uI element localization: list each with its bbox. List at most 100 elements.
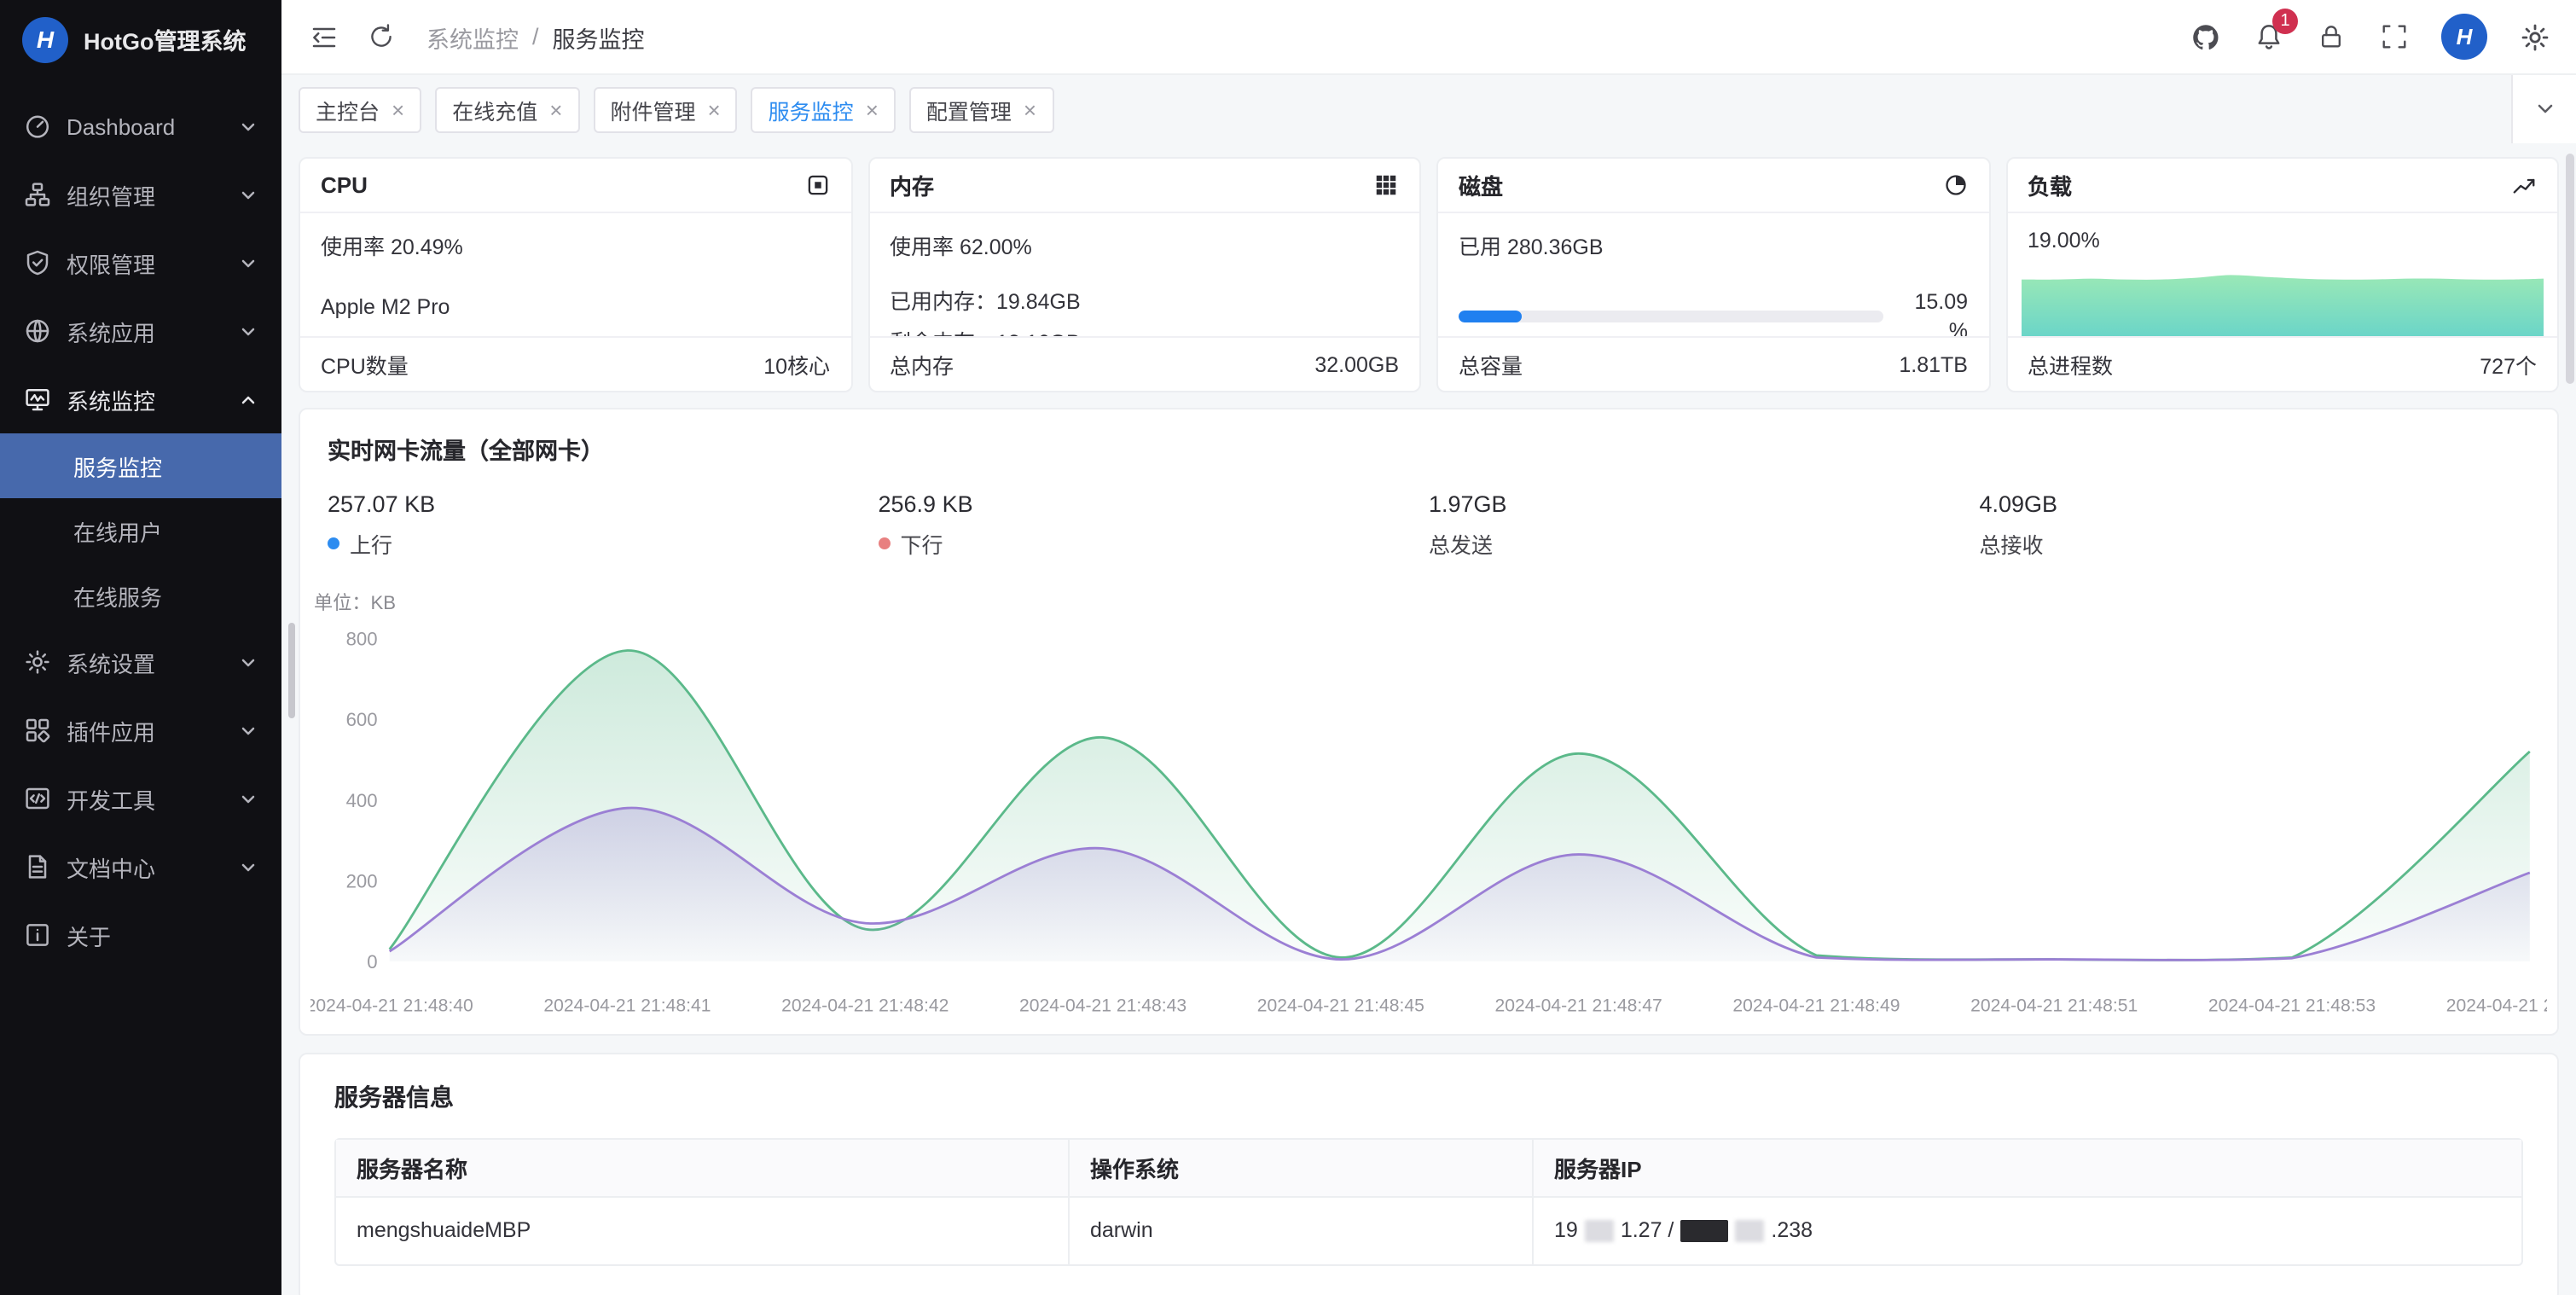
- disk-footer-value: 1.81TB: [1899, 352, 1968, 376]
- traffic-card-title: 实时网卡流量（全部网卡）: [300, 409, 2557, 466]
- disk-used: 已用 280.36GB: [1459, 229, 1968, 261]
- refresh-icon[interactable]: [365, 20, 397, 53]
- sidebar-subitem-label: 在线服务: [73, 579, 162, 612]
- topbar: 系统监控 / 服务监控 1 H: [281, 0, 2576, 75]
- col-server-ip: 服务器IP: [1534, 1139, 2521, 1195]
- server-info-title: 服务器信息: [334, 1079, 2523, 1113]
- sidebar-item-system-monitor[interactable]: 系统监控: [0, 365, 281, 433]
- bell-icon[interactable]: 1: [2252, 20, 2284, 53]
- tab-service-monitor[interactable]: 服务监控 ×: [751, 86, 896, 132]
- traffic-received-label: 总接收: [1980, 527, 2044, 560]
- traffic-chart: 单位：KB02004006008002024-04-21 21:48:40202…: [310, 587, 2547, 1019]
- disk-pie-icon: [1942, 172, 1968, 198]
- traffic-stats: 257.07 KB 上行 256.9 KB 下行 1.97GB 总发送 4.09…: [300, 466, 2557, 560]
- sidebar-item-label: 文档中心: [67, 851, 155, 883]
- dashboard-icon: [24, 113, 51, 140]
- svg-text:2024-04-21 21:48:49: 2024-04-21 21:48:49: [1732, 996, 1900, 1015]
- disk-progress-fill: [1459, 311, 1523, 323]
- svg-text:800: 800: [346, 628, 378, 649]
- cpu-card: CPU 使用率 20.49% Apple M2 Pro CPU数量 10核心: [299, 157, 852, 392]
- col-server-name: 服务器名称: [336, 1139, 1070, 1195]
- sidebar-item-about[interactable]: 关于: [0, 901, 281, 969]
- redacted-ip-segment: [1735, 1219, 1764, 1241]
- sidebar-item-label: 组织管理: [67, 178, 155, 211]
- breadcrumb-parent[interactable]: 系统监控: [426, 20, 519, 54]
- cpu-footer-value: 10核心: [763, 348, 830, 380]
- menu-collapse-icon[interactable]: [307, 20, 339, 53]
- tab-label: 在线充值: [452, 93, 537, 125]
- main-area: 系统监控 / 服务监控 1 H 主控台 ×: [281, 0, 2576, 1295]
- load-card-title: 负载: [2028, 169, 2072, 201]
- sidebar-item-organization[interactable]: 组织管理: [0, 160, 281, 229]
- sidebar-item-permissions[interactable]: 权限管理: [0, 229, 281, 297]
- traffic-down-value: 256.9 KB: [879, 491, 1430, 517]
- tab-close-icon[interactable]: ×: [866, 98, 879, 120]
- memory-footer-value: 32.00GB: [1314, 352, 1399, 376]
- app-logo[interactable]: H HotGo管理系统: [0, 0, 281, 78]
- tab-online-recharge[interactable]: 在线充值 ×: [435, 86, 579, 132]
- user-avatar[interactable]: H: [2441, 14, 2487, 60]
- gear-icon[interactable]: [2518, 20, 2550, 53]
- sidebar-item-dev-tools[interactable]: 开发工具: [0, 764, 281, 833]
- cpu-card-title: CPU: [321, 172, 368, 198]
- svg-text:2024-04-21 21:48:42: 2024-04-21 21:48:42: [781, 996, 949, 1015]
- memory-card: 内存 使用率 62.00% 已用内存：19.84GB 剩余内存：12.16GB …: [867, 157, 1421, 392]
- tab-close-icon[interactable]: ×: [1024, 98, 1036, 120]
- server-ip-cell: 19 1.27 / .238: [1534, 1195, 2521, 1263]
- svg-text:2024-04-21 21:48:41: 2024-04-21 21:48:41: [543, 996, 711, 1015]
- ip-fragment: 19: [1554, 1218, 1578, 1242]
- breadcrumb-separator: /: [532, 24, 539, 49]
- sidebar-item-plugins[interactable]: 插件应用: [0, 696, 281, 764]
- svg-text:2024-04-21 21:48:53: 2024-04-21 21:48:53: [2208, 996, 2376, 1015]
- disk-progress: 15.09 %: [1459, 288, 1968, 336]
- tab-label: 配置管理: [926, 93, 1012, 125]
- memory-card-title: 内存: [890, 169, 934, 201]
- tab-close-icon[interactable]: ×: [707, 98, 720, 120]
- chevron-down-icon: [239, 653, 258, 671]
- disk-percent: 15.09 %: [1896, 288, 1968, 336]
- svg-text:400: 400: [346, 790, 378, 811]
- load-sparkline-chart: [2021, 264, 2544, 336]
- sidebar-scrollbar-thumb[interactable]: [288, 623, 295, 718]
- globe-icon: [24, 317, 51, 345]
- org-chart-icon: [24, 181, 51, 208]
- logo-icon: H: [22, 16, 68, 62]
- traffic-received-value: 4.09GB: [1980, 491, 2531, 517]
- page-content: CPU 使用率 20.49% Apple M2 Pro CPU数量 10核心 内…: [281, 143, 2576, 1295]
- sidebar-item-system-apps[interactable]: 系统应用: [0, 297, 281, 365]
- page-scrollbar-thumb[interactable]: [2566, 154, 2574, 384]
- topbar-actions: 1 H: [2189, 14, 2550, 60]
- sidebar-subitem-online-services[interactable]: 在线服务: [0, 563, 281, 628]
- chevron-down-icon: [239, 857, 258, 876]
- tab-close-icon[interactable]: ×: [392, 98, 404, 120]
- chevron-down-icon: [239, 721, 258, 740]
- tab-console[interactable]: 主控台 ×: [299, 86, 421, 132]
- sidebar-item-label: 系统监控: [67, 383, 155, 415]
- tab-config[interactable]: 配置管理 ×: [909, 86, 1053, 132]
- stat-cards-row: CPU 使用率 20.49% Apple M2 Pro CPU数量 10核心 内…: [299, 157, 2559, 392]
- sidebar-subitem-service-monitor[interactable]: 服务监控: [0, 433, 281, 498]
- chevron-down-icon: [239, 322, 258, 340]
- lock-icon[interactable]: [2315, 20, 2347, 53]
- fullscreen-icon[interactable]: [2378, 20, 2411, 53]
- sidebar-item-dashboard[interactable]: Dashboard: [0, 92, 281, 160]
- svg-text:2024-04-21 21:48:55: 2024-04-21 21:48:55: [2446, 996, 2547, 1015]
- svg-text:600: 600: [346, 709, 378, 730]
- cpu-icon: [804, 172, 830, 198]
- tab-attachments[interactable]: 附件管理 ×: [593, 86, 737, 132]
- sidebar-subitem-online-users[interactable]: 在线用户: [0, 498, 281, 563]
- app-title: HotGo管理系统: [84, 22, 247, 56]
- sidebar-subitem-label: 在线用户: [73, 514, 162, 547]
- sidebar-item-system-settings[interactable]: 系统设置: [0, 628, 281, 696]
- tab-close-icon[interactable]: ×: [549, 98, 562, 120]
- github-icon[interactable]: [2189, 20, 2221, 53]
- up-series-dot: [328, 537, 339, 549]
- memory-free: 剩余内存：12.16GB: [890, 324, 1399, 336]
- col-os: 操作系统: [1070, 1139, 1534, 1195]
- tabbar: 主控台 × 在线充值 × 附件管理 × 服务监控 × 配置管理 ×: [281, 75, 2576, 143]
- disk-card: 磁盘 已用 280.36GB 15.09 % 总容量: [1436, 157, 1990, 392]
- chevron-down-icon: [239, 789, 258, 808]
- sidebar-item-docs[interactable]: 文档中心: [0, 833, 281, 901]
- server-info-card: 服务器信息 服务器名称 操作系统 服务器IP mengshuaideMBP da…: [299, 1052, 2559, 1295]
- tab-options-button[interactable]: [2511, 75, 2576, 143]
